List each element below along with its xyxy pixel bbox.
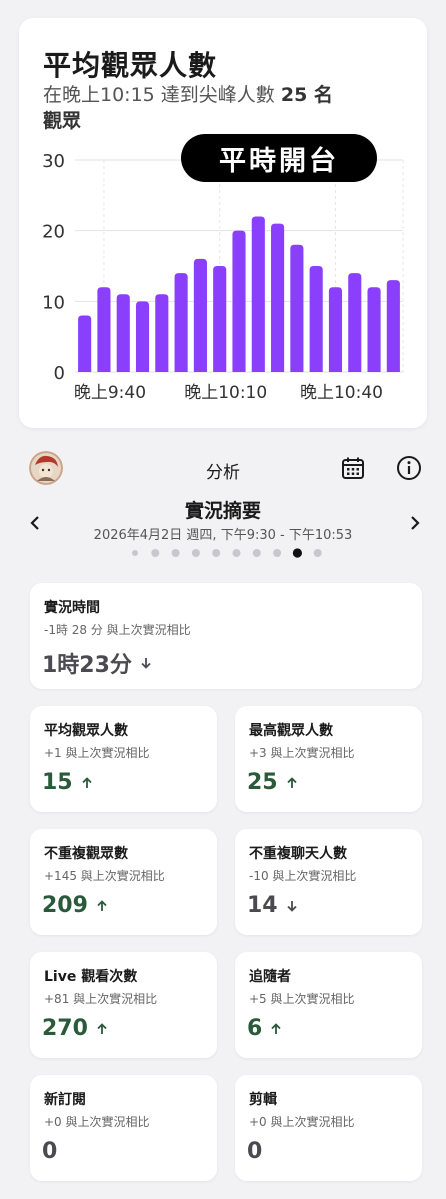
stat-value-row: 209 (42, 893, 108, 918)
arrow-down-icon (141, 658, 151, 669)
info-icon[interactable] (395, 454, 423, 482)
arrow-up-icon (271, 1022, 281, 1034)
bar (348, 273, 362, 372)
average-viewers-chart-card: 平均觀眾人數 在晚上10:15 達到尖峰人數 25 名 觀眾 0 10 20 30 晚上… (19, 18, 427, 428)
page-dot[interactable] (151, 549, 160, 557)
stat-label: 新訂閱 (44, 1092, 86, 1108)
stat-label: 平均觀眾人數 (44, 723, 128, 739)
page-dot-active[interactable] (292, 548, 302, 558)
stat-value: 270 (42, 1016, 88, 1041)
stat-compare: +5 與上次實況相比 (249, 992, 355, 1006)
stat-value: 0 (42, 1139, 58, 1164)
bar (271, 223, 285, 372)
bar (135, 301, 150, 372)
bar (309, 266, 323, 372)
stat-label: 最高觀眾人數 (249, 723, 333, 739)
stat-compare: +0 與上次實況相比 (44, 1115, 150, 1129)
x-tick-label: 晚上9:40 (74, 383, 146, 403)
stat-card-unique-viewers: 不重複觀眾數 +145 與上次實況相比 209 (30, 829, 217, 935)
page-dot[interactable] (212, 549, 221, 557)
stat-compare: +0 與上次實況相比 (249, 1115, 355, 1129)
bar (386, 280, 400, 372)
stat-value-row: 1時23分 (42, 647, 152, 679)
bar (213, 266, 227, 372)
chevron-right-icon[interactable] (408, 514, 422, 532)
stat-card-followers: 追隨者 +5 與上次實況相比 6 (235, 952, 422, 1058)
y-tick-label: 10 (42, 292, 65, 313)
x-tick-label: 晚上10:10 (184, 383, 267, 403)
stat-value: 25 (247, 770, 278, 795)
stat-card-live-views: Live 觀看次數 +81 與上次實況相比 270 (30, 952, 217, 1058)
stat-label: 實況時間 (44, 600, 100, 616)
bar (251, 216, 265, 372)
arrow-up-icon (97, 899, 107, 911)
page-dot[interactable] (313, 549, 322, 557)
stat-label: 不重複觀眾數 (44, 846, 128, 862)
y-tick-label: 20 (42, 222, 65, 243)
stat-label: 追隨者 (249, 969, 291, 985)
page-dot[interactable] (132, 550, 138, 556)
stat-value-row: 6 (247, 1016, 282, 1041)
stat-value-row: 25 (247, 770, 298, 795)
bar (174, 273, 188, 372)
page-dot[interactable] (191, 549, 200, 557)
stat-label: Live 觀看次數 (44, 969, 138, 985)
calendar-icon[interactable] (339, 454, 367, 482)
stat-value: 15 (42, 770, 73, 795)
page-indicator[interactable] (0, 546, 446, 560)
page-dot[interactable] (252, 549, 261, 557)
bar (367, 287, 381, 372)
bar (290, 244, 304, 372)
summary-title: 實況摘要 (184, 500, 261, 522)
stat-label: 不重複聊天人數 (249, 846, 347, 862)
bar (232, 230, 246, 372)
page-dot[interactable] (273, 549, 282, 557)
stat-value: 6 (247, 1016, 263, 1041)
stat-compare: -10 與上次實況相比 (249, 869, 357, 883)
stat-value: 14 (247, 893, 278, 918)
stat-compare: +145 與上次實況相比 (44, 869, 165, 883)
stat-card-clips: 剪輯 +0 與上次實況相比 0 (235, 1075, 422, 1181)
stat-compare: +3 與上次實況相比 (249, 746, 355, 760)
bar (97, 287, 111, 372)
stat-value: 209 (42, 893, 88, 918)
stat-label: 剪輯 (249, 1092, 277, 1108)
stat-compare: -1時 28 分 與上次實況相比 (44, 623, 191, 637)
stat-value-row: 270 (42, 1016, 108, 1041)
stat-card-new-subs: 新訂閱 +0 與上次實況相比 0 (30, 1075, 217, 1181)
stat-value: 1時23分 (42, 653, 132, 678)
header-title: 分析 (206, 463, 240, 483)
stat-value-row: 0 (247, 1139, 262, 1164)
bar (155, 294, 169, 372)
page-dot[interactable] (171, 549, 180, 557)
stat-card-unique-chatters: 不重複聊天人數 -10 與上次實況相比 14 (235, 829, 422, 935)
arrow-down-icon (286, 900, 297, 912)
x-tick-label: 晚上10:40 (300, 383, 383, 403)
analytics-header: 分析 (0, 448, 446, 488)
page-dot[interactable] (232, 549, 241, 557)
summary-date-range: 2026年4月2日 週四, 下午9:30 - 下午10:53 (93, 528, 353, 543)
stat-card-avg-viewers: 平均觀眾人數 +1 與上次實況相比 15 (30, 706, 217, 812)
stream-type-pill[interactable]: 平時開台 (181, 134, 377, 182)
arrow-up-icon (81, 776, 92, 788)
bar (193, 258, 207, 372)
stat-value-row: 14 (247, 893, 298, 918)
stat-card-peak-viewers: 最高觀眾人數 +3 與上次實況相比 25 (235, 706, 422, 812)
bar (78, 315, 92, 372)
stat-value-row: 0 (42, 1139, 57, 1164)
bar-chart: 0 10 20 30 晚上9:40 晚上10:10 晚上10:40 (42, 151, 404, 403)
stat-value: 0 (247, 1139, 263, 1164)
stat-compare: +81 與上次實況相比 (44, 992, 158, 1006)
stat-card-duration: 實況時間 -1時 28 分 與上次實況相比 1時23分 (30, 583, 422, 689)
stat-compare: +1 與上次實況相比 (44, 746, 150, 760)
stat-value-row: 15 (42, 770, 93, 795)
bar (116, 294, 130, 372)
y-tick-label: 30 (42, 151, 65, 172)
bar (328, 287, 343, 372)
y-tick-label: 0 (54, 363, 65, 384)
arrow-up-icon (97, 1022, 107, 1034)
arrow-up-icon (286, 776, 297, 788)
